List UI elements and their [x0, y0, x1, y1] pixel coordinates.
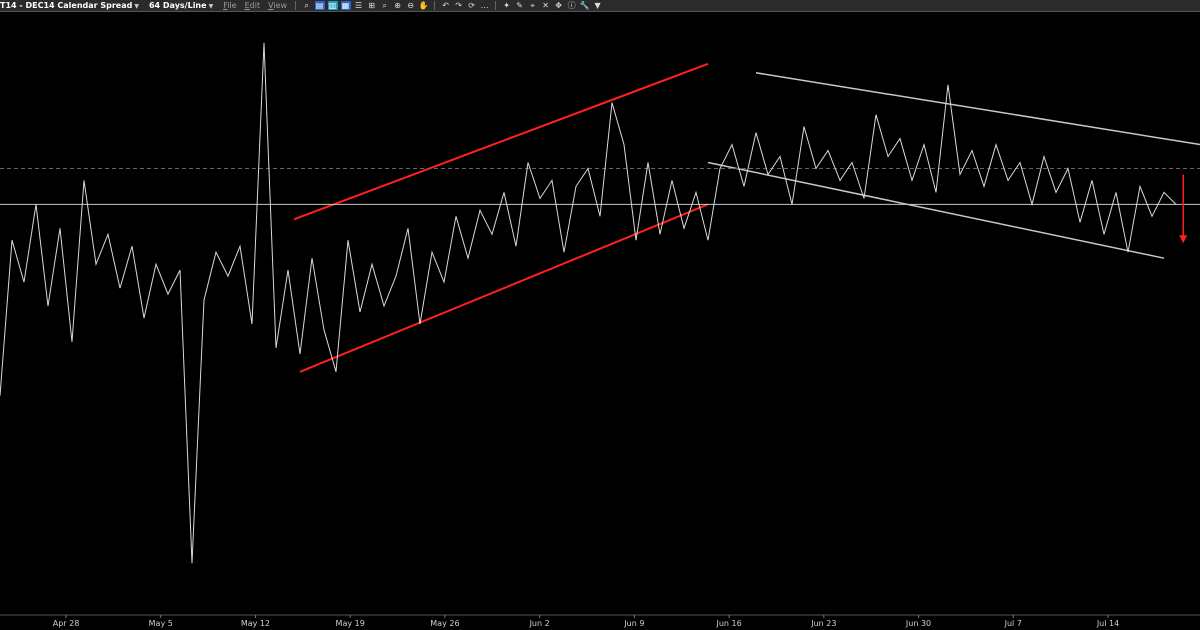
grid-icon[interactable]: ⊞: [367, 1, 377, 10]
tools-icon[interactable]: ✦: [502, 1, 512, 10]
wrench-icon[interactable]: 🔧: [580, 1, 590, 10]
x-axis: Apr 28 May 5 May 12 May 19 May 26 Jun 2 Jun 9 J…: [0, 614, 1200, 628]
table-icon[interactable]: ▦: [340, 1, 351, 10]
down-channel-line: [707, 161, 1165, 259]
layout-icon[interactable]: ▥: [327, 1, 338, 10]
x-tick-label: May 12: [241, 619, 270, 628]
info-icon[interactable]: ⓘ: [567, 1, 577, 10]
chart-overlays: [0, 62, 1200, 373]
chart-title: T14 - DEC14 Calendar Spread: [0, 1, 133, 10]
up-channel-line: [293, 62, 709, 221]
refresh-icon[interactable]: ⟳: [467, 1, 477, 10]
x-tick-label: Jul 7: [1004, 619, 1022, 628]
settings-icon[interactable]: ☰: [354, 1, 364, 10]
chart-toolbar: T14 - DEC14 Calendar Spread ▼ 64 Days/Lin…: [0, 0, 1200, 12]
pencil-icon[interactable]: ✎: [515, 1, 525, 10]
x-tick-label: Apr 28: [53, 619, 80, 628]
more-icon[interactable]: …: [480, 1, 490, 10]
zoom-icon[interactable]: ⌕: [302, 1, 312, 10]
x-tick-label: Jun 23: [810, 619, 836, 628]
menu-edit[interactable]: Edit: [241, 1, 265, 10]
chart-icon[interactable]: ▤: [314, 1, 325, 10]
toolbar-divider: [295, 1, 297, 10]
menu-view[interactable]: View: [264, 1, 291, 10]
zoom-out-icon[interactable]: ⊖: [406, 1, 416, 10]
x-tick-label: May 26: [430, 619, 459, 628]
interval-label: 64 Days/Line: [148, 1, 207, 10]
x-tick-label: May 5: [149, 619, 173, 628]
down-arrow-head: [1179, 235, 1188, 244]
x-tick-label: Jun 2: [529, 619, 550, 628]
chart-title-selector[interactable]: T14 - DEC14 Calendar Spread ▼: [0, 1, 143, 10]
dropdown-icon[interactable]: ▼: [593, 1, 603, 10]
down-channel-line: [755, 72, 1200, 146]
interval-selector[interactable]: 64 Days/Line ▼: [143, 1, 219, 10]
crosshair-icon[interactable]: ⌖: [528, 1, 538, 10]
magnify-icon[interactable]: ⌕: [380, 1, 390, 10]
cross-icon[interactable]: ✕: [541, 1, 551, 10]
toolbar-divider: [434, 1, 436, 10]
menu-file[interactable]: File: [219, 1, 240, 10]
move-icon[interactable]: ✥: [554, 1, 564, 10]
x-tick-label: Jul 14: [1096, 619, 1119, 628]
chevron-down-icon: ▼: [134, 3, 139, 10]
hand-icon[interactable]: ✋: [419, 1, 429, 10]
price-series-line: [0, 42, 1177, 564]
chevron-down-icon: ▼: [208, 3, 214, 10]
x-tick-label: Jun 30: [905, 619, 931, 628]
x-tick-label: Jun 9: [623, 619, 644, 628]
undo-icon[interactable]: ↶: [441, 1, 451, 10]
price-chart[interactable]: Apr 28 May 5 May 12 May 19 May 26 Jun 2 Jun 9 J…: [0, 13, 1200, 630]
up-channel-line: [299, 203, 709, 373]
zoom-in-icon[interactable]: ⊕: [393, 1, 403, 10]
x-tick-label: May 19: [336, 619, 365, 628]
x-tick-label: Jun 16: [715, 619, 741, 628]
toolbar-divider: [495, 1, 497, 10]
chart-series: [0, 42, 1177, 564]
redo-icon[interactable]: ↷: [454, 1, 464, 10]
